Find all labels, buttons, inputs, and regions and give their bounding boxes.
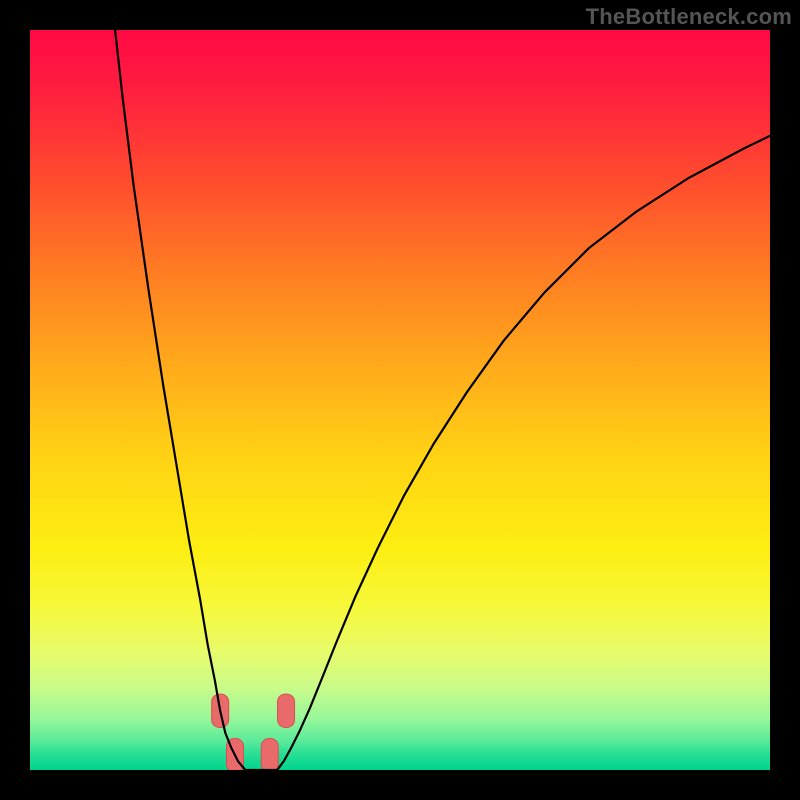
valley-marker bbox=[261, 739, 278, 770]
chart-stage: TheBottleneck.com bbox=[0, 0, 800, 800]
watermark-text: TheBottleneck.com bbox=[586, 4, 792, 30]
bottleneck-curve bbox=[115, 30, 770, 770]
plot-area bbox=[30, 30, 770, 770]
valley-marker bbox=[278, 694, 295, 727]
chart-svg bbox=[30, 30, 770, 770]
